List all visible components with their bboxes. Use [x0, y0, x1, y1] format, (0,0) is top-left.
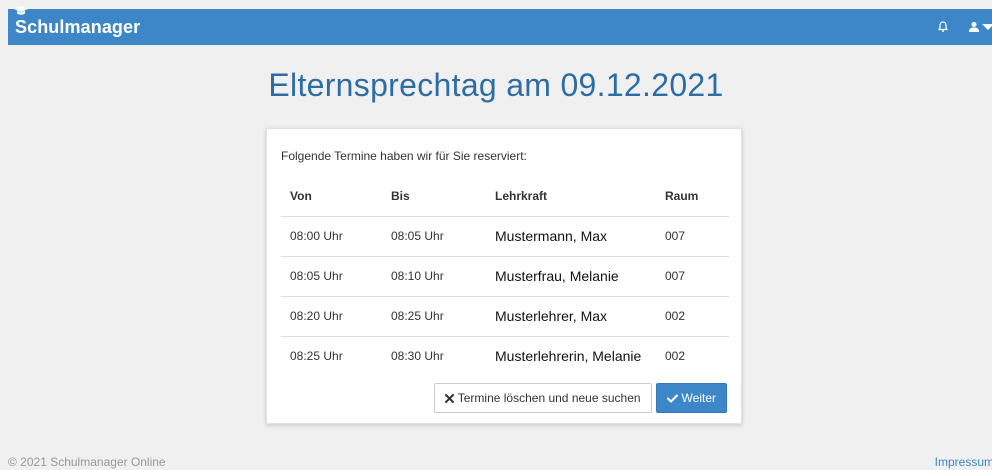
chevron-down-icon [982, 24, 992, 30]
appointments-table: Von Bis Lehrkraft Raum 08:00 Uhr 08:05 U… [281, 177, 729, 376]
cell-bis: 08:25 Uhr [383, 296, 475, 337]
brand-logo[interactable]: Schulmanager [14, 5, 141, 38]
cell-lehrkraft: Mustermann, Max [475, 216, 659, 257]
cell-bis: 08:10 Uhr [383, 256, 475, 297]
top-navbar: Schulmanager [8, 5, 992, 45]
column-header-von: Von [281, 177, 383, 217]
user-icon [969, 22, 979, 32]
delete-appointments-label: Termine löschen und neue suchen [457, 391, 641, 405]
continue-button[interactable]: Weiter [655, 383, 727, 413]
cell-raum: 002 [659, 296, 729, 337]
cell-bis: 08:30 Uhr [391, 349, 444, 364]
appointments-intro: Folgende Termine haben wir für Sie reser… [281, 149, 527, 163]
cell-lehrkraft: Musterlehrerin, Melanie [495, 348, 642, 365]
table-row: 08:00 Uhr 08:05 Uhr Mustermann, Max 007 [281, 216, 729, 257]
cell-von: 08:25 Uhr [290, 349, 343, 364]
page-title: Elternsprechtag am 09.12.2021 [268, 67, 724, 103]
graduation-cap-icon [14, 5, 28, 15]
cell-von: 08:20 Uhr [281, 296, 383, 337]
table-row: 08:25 Uhr 08:30 Uhr Musterlehrerin, Mela… [281, 336, 729, 376]
impressum-link[interactable]: Impressum [935, 455, 992, 469]
appointments-card: Folgende Termine haben wir für Sie reser… [266, 128, 742, 424]
continue-label: Weiter [681, 391, 716, 405]
brand-name: Schulmanager [15, 16, 141, 37]
cell-lehrkraft: Musterfrau, Melanie [475, 256, 659, 297]
column-header-bis: Bis [383, 177, 475, 217]
cell-raum: 007 [659, 256, 729, 297]
table-header-row: Von Bis Lehrkraft Raum [281, 177, 729, 217]
user-menu-toggle[interactable] [968, 21, 992, 33]
checkmark-icon [666, 394, 678, 402]
bell-icon[interactable] [936, 20, 950, 34]
column-header-raum: Raum [659, 177, 729, 217]
cell-raum: 002 [665, 349, 686, 364]
footer-copyright: © 2021 Schulmanager Online [8, 455, 166, 469]
cell-bis: 08:05 Uhr [383, 216, 475, 257]
column-header-lehrkraft: Lehrkraft [475, 177, 659, 217]
cell-von: 08:00 Uhr [281, 216, 383, 257]
table-row: 08:20 Uhr 08:25 Uhr Musterlehrer, Max 00… [281, 296, 729, 337]
cell-von: 08:05 Uhr [281, 256, 383, 297]
cell-raum: 007 [659, 216, 729, 257]
cell-lehrkraft: Musterlehrer, Max [475, 296, 659, 337]
close-icon [444, 393, 454, 403]
table-row: 08:05 Uhr 08:10 Uhr Musterfrau, Melanie … [281, 256, 729, 297]
delete-appointments-button[interactable]: Termine löschen und neue suchen [433, 383, 652, 413]
